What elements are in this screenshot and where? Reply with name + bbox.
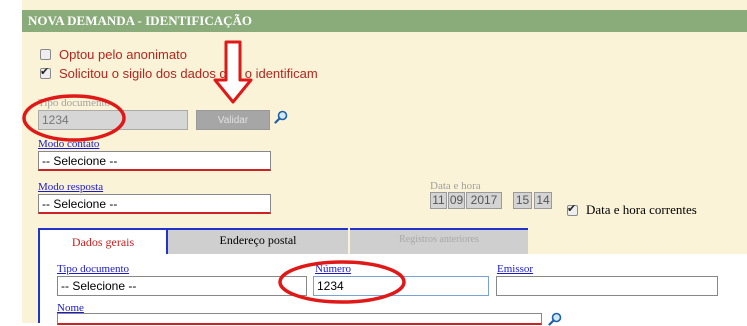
modo-resposta-select[interactable]: -- Selecione -- (38, 194, 271, 214)
anonimato-checkbox[interactable] (40, 49, 51, 60)
sigilo-checkbox-row[interactable]: Solicitou o sigilo dos dados que o ident… (40, 65, 318, 81)
month-field: 09 (448, 192, 465, 209)
modo-resposta-label: Modo resposta (38, 181, 104, 193)
validar-button[interactable]: Validar (196, 110, 270, 130)
magnifier-icon[interactable] (274, 110, 288, 124)
numero-label: Número (315, 263, 352, 275)
tab-dados-gerais[interactable]: Dados gerais (38, 228, 168, 254)
sigilo-checkbox[interactable] (40, 65, 51, 79)
modo-contato-label: Modo contato (38, 138, 100, 150)
anonimato-checkbox-row[interactable]: Optou pelo anonimato (40, 47, 187, 62)
magnifier-icon[interactable] (548, 312, 562, 326)
nome-input[interactable] (57, 313, 542, 325)
emissor-label: Emissor (497, 263, 534, 275)
day-field: 11 (430, 192, 447, 209)
emissor-input[interactable] (496, 276, 718, 296)
data-hora-correntes-row[interactable]: Data e hora correntes (567, 202, 697, 218)
anonimato-label: Optou pelo anonimato (59, 47, 187, 62)
hour-field: 15 (513, 192, 532, 209)
tab-registros-anteriores: Registros anteriores (350, 228, 528, 254)
numero-input[interactable]: 1234 (313, 276, 489, 296)
tab-endereco-postal[interactable]: Endereço postal (168, 228, 348, 254)
tab-tipo-documento-select[interactable]: -- Selecione -- (57, 276, 307, 296)
data-hora-correntes-label: Data e hora correntes (586, 202, 697, 217)
minute-field: 14 (534, 192, 552, 209)
tipo-documento-input: 1234 (38, 110, 188, 130)
data-hora-correntes-checkbox[interactable] (567, 202, 578, 216)
tab-tipo-documento-label: Tipo documento (57, 263, 130, 275)
year-field: 2017 (466, 192, 502, 209)
tipo-documento-label: Tipo documento (38, 97, 111, 109)
sigilo-label: Solicitou o sigilo dos dados que o ident… (59, 66, 318, 81)
data-hora-label: Data e hora (430, 180, 481, 192)
modo-contato-select[interactable]: -- Selecione -- (38, 151, 271, 171)
page-title: NOVA DEMANDA - IDENTIFICAÇÃO (22, 10, 747, 32)
